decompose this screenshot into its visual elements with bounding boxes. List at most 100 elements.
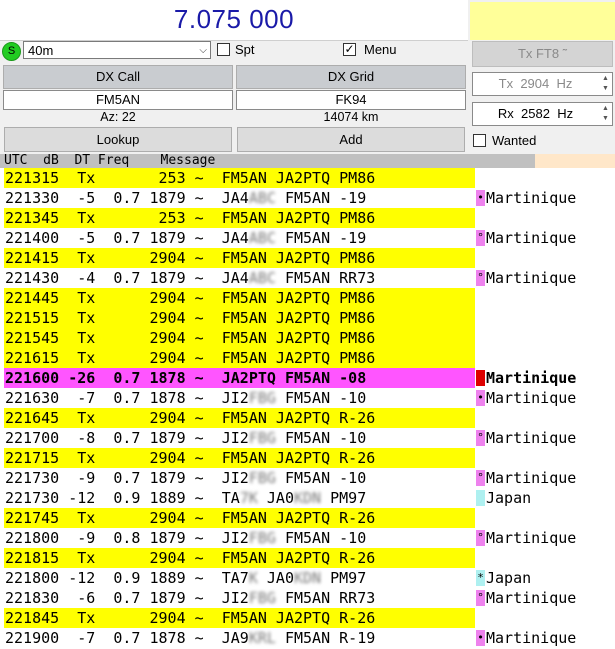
tx-message-row[interactable]: 221715 Tx 2904 ~ FM5AN JA2PTQ R-26 [0,448,615,468]
country-label: Martinique [486,389,577,407]
menu-checkbox[interactable]: ✓ [343,43,356,56]
country-label: Martinique [486,429,577,447]
wanted-label: Wanted [492,133,537,148]
country-label: Japan [486,489,532,507]
highlighted-message-row[interactable]: 221600 -26 0.7 1878 ~ JA2PTQ FM5AN -08 Ma… [0,368,615,388]
rx-message-row[interactable]: 221400 -5 0.7 1879 ~ JA4ABC FM5AN -19 ° Ma… [0,228,615,248]
rx-message-row[interactable]: 221700 -8 0.7 1879 ~ JI2FBG FM5AN -10 ° Ma… [0,428,615,448]
message-text: 221515 Tx 2904 ~ FM5AN JA2PTQ PM86 [5,309,376,327]
dxcc-status-marker: ° [476,590,485,606]
rx-message-row[interactable]: 221800 -12 0.9 1889 ~ TA7K JA0KDN PM97 * J… [0,568,615,588]
spt-label: Spt [235,42,255,57]
spin-down-icon[interactable]: ▼ [600,85,611,92]
message-text: 221830 -6 0.7 1879 ~ JI2FBG FM5AN RR73 [5,589,376,607]
distance-readout: 14074 km [323,110,379,124]
decode-message-list[interactable]: 221315 Tx 253 ~ FM5AN JA2PTQ PM86 221330 … [0,168,615,649]
lookup-button[interactable]: Lookup [4,127,232,152]
message-text: 221700 -8 0.7 1879 ~ JI2FBG FM5AN -10 [5,429,367,447]
message-text: 221645 Tx 2904 ~ FM5AN JA2PTQ R-26 [5,409,376,427]
tx-message-row[interactable]: 221745 Tx 2904 ~ FM5AN JA2PTQ R-26 [0,508,615,528]
rx-freq-label: Rx [497,106,514,121]
spin-up-icon[interactable]: ▲ [600,75,611,82]
country-label: Martinique [486,529,577,547]
message-text: 221845 Tx 2904 ~ FM5AN JA2PTQ R-26 [5,609,376,627]
message-text: 221445 Tx 2904 ~ FM5AN JA2PTQ PM86 [5,289,376,307]
message-text: 221545 Tx 2904 ~ FM5AN JA2PTQ PM86 [5,329,376,347]
country-label: Martinique [486,189,577,207]
rx-freq-unit: Hz [557,106,574,121]
message-text: 221315 Tx 253 ~ FM5AN JA2PTQ PM86 [5,169,376,187]
spin-down-icon[interactable]: ▼ [600,115,611,122]
rx-message-row[interactable]: 221430 -4 0.7 1879 ~ JA4ABC FM5AN RR73 ° M… [0,268,615,288]
message-text: 221615 Tx 2904 ~ FM5AN JA2PTQ PM86 [5,349,376,367]
dxcc-status-marker: • [476,390,485,406]
wanted-checkbox[interactable] [473,134,486,147]
dx-grid-input[interactable]: FK94 [236,90,466,110]
rx-message-row[interactable]: 221730 -9 0.7 1879 ~ JI2FBG FM5AN -10 ° Ma… [0,468,615,488]
country-label: Martinique [486,369,577,387]
dxcc-status-marker: • [476,630,485,646]
message-text: 221745 Tx 2904 ~ FM5AN JA2PTQ R-26 [5,509,376,527]
tx-message-row[interactable]: 221415 Tx 2904 ~ FM5AN JA2PTQ PM86 [0,248,615,268]
tx-mode-button[interactable]: Tx FT8 ˜ [472,41,613,67]
rx-message-row[interactable]: 221900 -7 0.7 1878 ~ JA9KRL FM5AN R-19 • M… [0,628,615,648]
tx-message-row[interactable]: 221345 Tx 253 ~ FM5AN JA2PTQ PM86 [0,208,615,228]
country-label: Martinique [486,589,577,607]
message-text: 221730 -12 0.9 1889 ~ TA7K JA0KDN PM97 [5,489,367,507]
dxcc-status-marker: ° [476,230,485,246]
message-text: 221430 -4 0.7 1879 ~ JA4ABC FM5AN RR73 [5,269,376,287]
dial-frequency: 7.075 000 [173,4,295,34]
message-text: 221600 -26 0.7 1878 ~ JA2PTQ FM5AN -08 [5,369,367,387]
rx-message-row[interactable]: 221630 -7 0.7 1878 ~ JI2FBG FM5AN -10 • Ma… [0,388,615,408]
country-label: Martinique [486,269,577,287]
dxcc-status-marker [476,490,485,506]
dxcc-status-marker: ° [476,430,485,446]
tx-message-row[interactable]: 221545 Tx 2904 ~ FM5AN JA2PTQ PM86 [0,328,615,348]
band-select-value: 40m [28,43,54,58]
dx-grid-label: DX Grid [236,65,466,89]
band-select[interactable]: 40m ⌵ [23,41,211,59]
spt-checkbox[interactable] [217,43,230,56]
dxcc-status-marker: ° [476,270,485,286]
message-text: 221800 -12 0.9 1889 ~ TA7K JA0KDN PM97 [5,569,367,587]
tx-frequency-spinbox[interactable]: Tx 2904 Hz ▲ ▼ [472,72,613,96]
country-label: Japan [486,569,532,587]
rx-freq-value: 2582 [521,106,550,121]
message-text: 221815 Tx 2904 ~ FM5AN JA2PTQ R-26 [5,549,376,567]
dxcc-status-marker: ° [476,470,485,486]
country-label: Martinique [486,629,577,647]
message-text: 221415 Tx 2904 ~ FM5AN JA2PTQ PM86 [5,249,376,267]
tx-freq-value: 2904 [520,76,550,91]
tx-message-row[interactable]: 221815 Tx 2904 ~ FM5AN JA2PTQ R-26 [0,548,615,568]
dxcc-status-marker: • [476,190,485,206]
menu-label: Menu [364,42,397,57]
rx-message-row[interactable]: 221830 -6 0.7 1879 ~ JI2FBG FM5AN RR73 ° M… [0,588,615,608]
tx-freq-label: Tx [498,76,514,91]
dxcc-status-marker [476,370,485,386]
spin-up-icon[interactable]: ▲ [600,105,611,112]
tx-message-row[interactable]: 221515 Tx 2904 ~ FM5AN JA2PTQ PM86 [0,308,615,328]
tx-message-row[interactable]: 221845 Tx 2904 ~ FM5AN JA2PTQ R-26 [0,608,615,628]
tx-freq-unit: Hz [556,76,573,91]
rx-message-row[interactable]: 221330 -5 0.7 1879 ~ JA4ABC FM5AN -19 • Ma… [0,188,615,208]
tx-message-row[interactable]: 221445 Tx 2904 ~ FM5AN JA2PTQ PM86 [0,288,615,308]
dx-call-input[interactable]: FM5AN [3,90,233,110]
country-label: Martinique [486,229,577,247]
message-text: 221730 -9 0.7 1879 ~ JI2FBG FM5AN -10 [5,469,367,487]
message-text: 221800 -9 0.8 1879 ~ JI2FBG FM5AN -10 [5,529,367,547]
message-text: 221345 Tx 253 ~ FM5AN JA2PTQ PM86 [5,209,376,227]
message-text: 221630 -7 0.7 1878 ~ JI2FBG FM5AN -10 [5,389,367,407]
tx-message-row[interactable]: 221615 Tx 2904 ~ FM5AN JA2PTQ PM86 [0,348,615,368]
s-led-indicator[interactable]: S [2,42,21,61]
chevron-down-icon: ⌵ [199,45,207,56]
rx-message-row[interactable]: 221800 -9 0.8 1879 ~ JI2FBG FM5AN -10 ° Ma… [0,528,615,548]
dxcc-status-marker: * [476,570,485,586]
dx-call-label: DX Call [3,65,233,89]
rx-message-row[interactable]: 221730 -12 0.9 1889 ~ TA7K JA0KDN PM97 Ja… [0,488,615,508]
message-text: 221715 Tx 2904 ~ FM5AN JA2PTQ R-26 [5,449,376,467]
add-button[interactable]: Add [237,127,465,152]
rx-frequency-spinbox[interactable]: Rx 2582 Hz ▲ ▼ [472,102,613,126]
tx-message-row[interactable]: 221315 Tx 253 ~ FM5AN JA2PTQ PM86 [0,168,615,188]
message-text: 221330 -5 0.7 1879 ~ JA4ABC FM5AN -19 [5,189,367,207]
tx-message-row[interactable]: 221645 Tx 2904 ~ FM5AN JA2PTQ R-26 [0,408,615,428]
